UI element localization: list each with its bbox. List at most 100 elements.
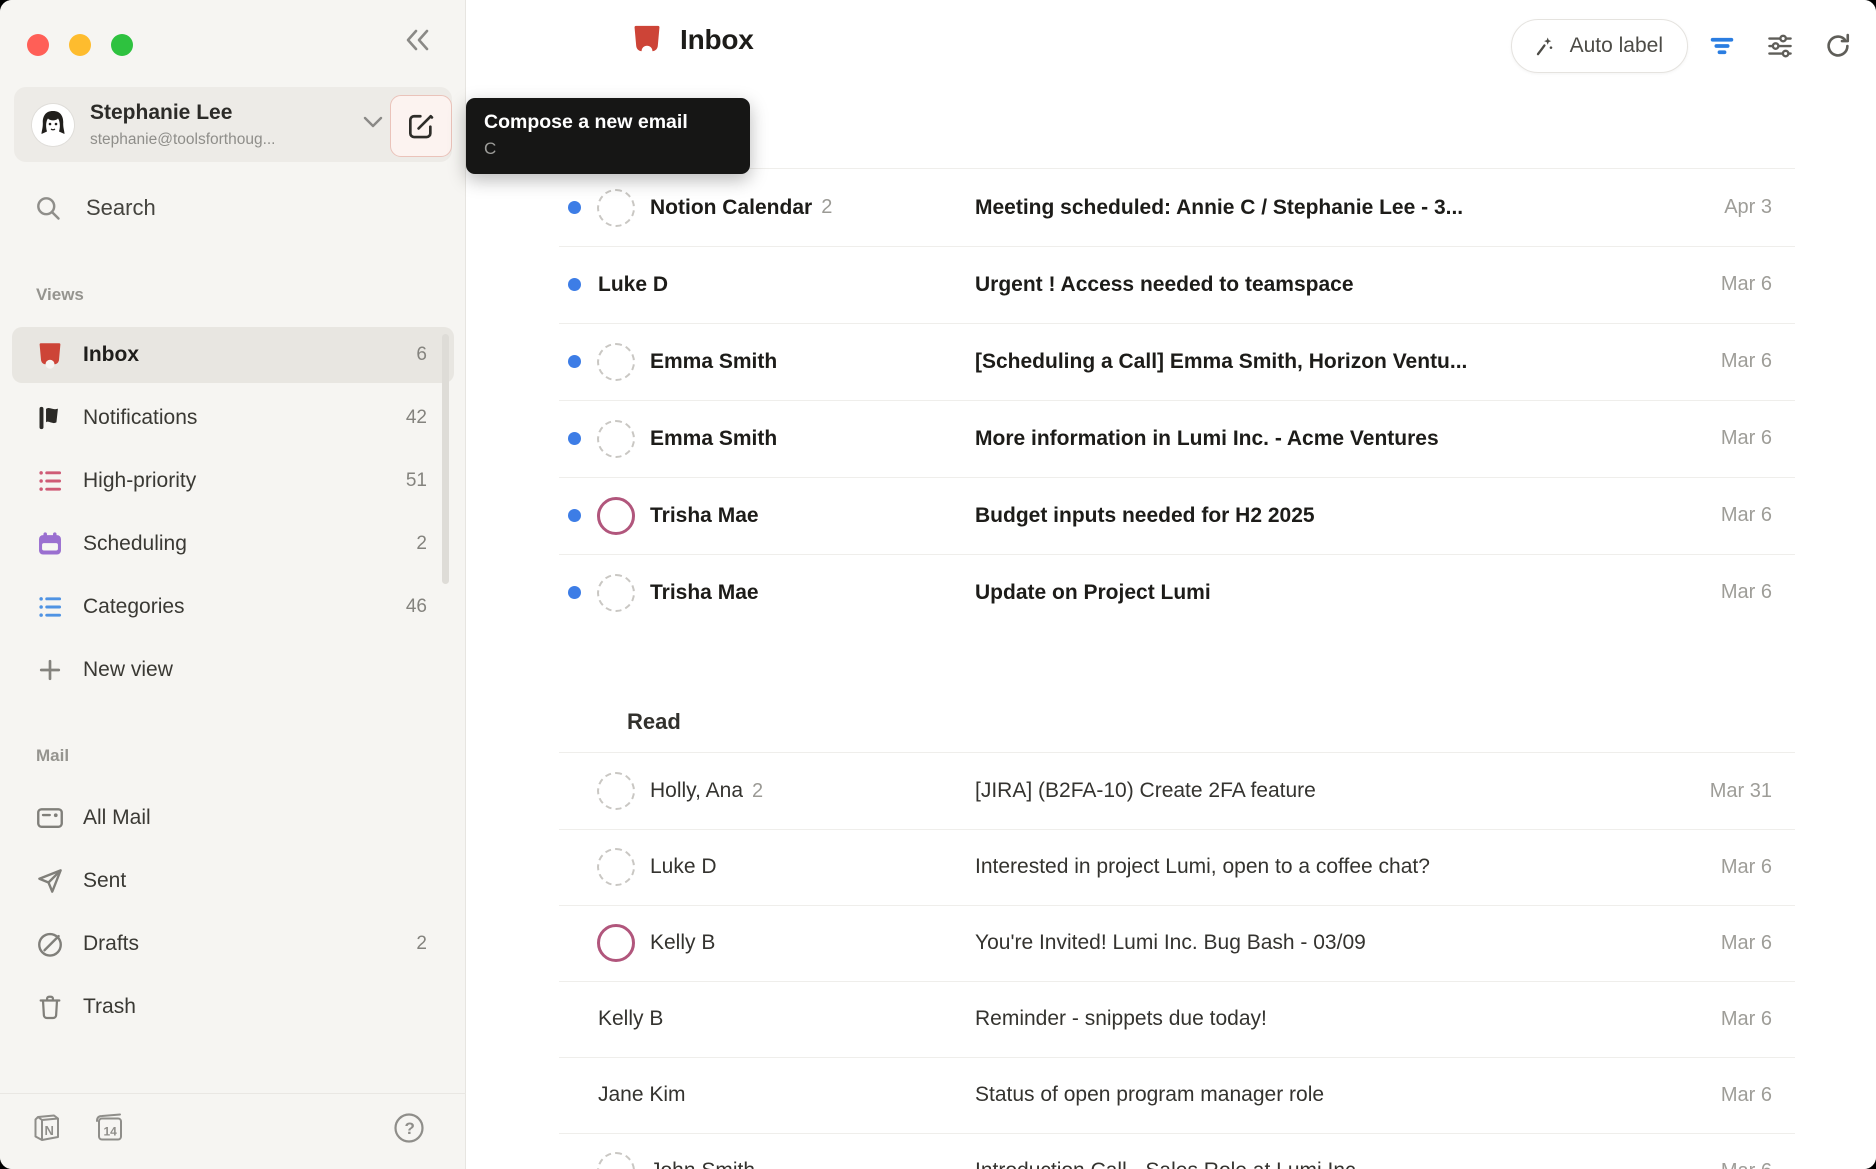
sidebar-item-all-mail[interactable]: All Mail (12, 790, 454, 846)
email-subject: Update on Project Lumi (975, 581, 1696, 605)
sidebar-item-label: Inbox (83, 343, 139, 367)
display-settings-button[interactable] (1756, 22, 1804, 70)
sidebar: Stephanie Lee stephanie@toolsforthoug... (0, 0, 466, 1169)
email-sender: Notion Calendar (650, 196, 812, 220)
email-row[interactable]: Notion Calendar2Meeting scheduled: Annie… (467, 169, 1876, 246)
sidebar-item-label: Trash (83, 995, 136, 1019)
sidebar-scrollbar-thumb[interactable] (442, 334, 449, 584)
profile-name: Stephanie Lee (90, 101, 232, 125)
svg-text:?: ? (405, 1119, 415, 1138)
email-subject: [JIRA] (B2FA-10) Create 2FA feature (975, 779, 1696, 803)
unread-dot (568, 509, 581, 522)
sidebar-item-label: Categories (83, 595, 185, 619)
email-date: Mar 6 (1721, 1084, 1772, 1107)
unread-dot-column (568, 586, 597, 599)
account-switcher[interactable]: Stephanie Lee stephanie@toolsforthoug... (14, 87, 452, 162)
email-sender: Jane Kim (598, 1083, 686, 1107)
search-button[interactable]: Search (14, 182, 452, 234)
unread-dot-column (568, 278, 597, 291)
avatar-ring[interactable] (597, 924, 635, 962)
email-sender: Kelly B (598, 1007, 663, 1031)
avatar-placeholder[interactable] (597, 189, 635, 227)
sliders-icon (1765, 31, 1795, 61)
notion-logo-icon: N (30, 1111, 64, 1145)
email-subject: More information in Lumi Inc. - Acme Ven… (975, 427, 1696, 451)
sidebar-item-drafts[interactable]: Drafts2 (12, 916, 454, 972)
email-date: Mar 6 (1721, 1160, 1772, 1169)
pencil-circle-icon (35, 929, 65, 959)
email-row[interactable]: Emma SmithMore information in Lumi Inc. … (467, 400, 1876, 477)
sidebar-item-count: 6 (416, 344, 427, 366)
notion-calendar-button[interactable]: 14 (90, 1109, 128, 1147)
thread-count: 2 (821, 196, 832, 219)
sidebar-item-count: 51 (406, 470, 427, 492)
refresh-button[interactable] (1814, 22, 1862, 70)
compose-tooltip: Compose a new email C (466, 98, 750, 174)
sidebar-item-inbox[interactable]: Inbox 6 (12, 327, 454, 383)
email-row[interactable]: Emma Smith[Scheduling a Call] Emma Smith… (467, 323, 1876, 400)
sidebar-item-trash[interactable]: Trash (12, 979, 454, 1035)
sidebar-item-sent[interactable]: Sent (12, 853, 454, 909)
compose-button[interactable] (390, 95, 452, 157)
sidebar-item-categories[interactable]: Categories46 (12, 579, 454, 635)
inbox-tray-icon (35, 340, 65, 370)
unread-dot-column (568, 355, 597, 368)
email-date: Mar 6 (1721, 856, 1772, 879)
notion-app-button[interactable]: N (28, 1109, 66, 1147)
avatar-ring[interactable] (597, 497, 635, 535)
email-subject: Budget inputs needed for H2 2025 (975, 504, 1696, 528)
list-rose-icon (35, 466, 65, 496)
email-date: Mar 6 (1721, 504, 1772, 527)
read-section: Holly, Ana2[JIRA] (B2FA-10) Create 2FA f… (467, 753, 1876, 1169)
email-sender: Luke D (650, 855, 717, 879)
email-row[interactable]: Jane KimStatus of open program manager r… (467, 1057, 1876, 1133)
search-icon (34, 194, 62, 222)
email-row[interactable]: Trisha MaeBudget inputs needed for H2 20… (467, 477, 1876, 554)
email-sender: Trisha Mae (650, 581, 759, 605)
help-button[interactable]: ? (390, 1109, 428, 1147)
sidebar-item-label: All Mail (83, 806, 151, 830)
window-zoom-button[interactable] (111, 34, 133, 56)
window-minimize-button[interactable] (69, 34, 91, 56)
unread-dot (568, 278, 581, 291)
email-row[interactable]: Trisha MaeUpdate on Project LumiMar 6 (467, 554, 1876, 631)
sidebar-item-label: Sent (83, 869, 126, 893)
avatar-placeholder[interactable] (597, 1152, 635, 1169)
avatar-placeholder[interactable] (597, 343, 635, 381)
email-row[interactable]: Kelly BReminder - snippets due today!Mar… (467, 981, 1876, 1057)
avatar (32, 104, 74, 146)
sidebar-item-notifications[interactable]: Notifications42 (12, 390, 454, 446)
tooltip-shortcut: C (484, 139, 732, 159)
svg-text:14: 14 (104, 1125, 118, 1139)
auto-label-button[interactable]: Auto label (1511, 19, 1688, 73)
window-close-button[interactable] (27, 34, 49, 56)
avatar-placeholder[interactable] (597, 420, 635, 458)
email-row[interactable]: Luke DUrgent ! Access needed to teamspac… (467, 246, 1876, 323)
email-row[interactable]: Luke DInterested in project Lumi, open t… (467, 829, 1876, 905)
sidebar-item-scheduling[interactable]: Scheduling2 (12, 516, 454, 572)
unread-dot (568, 355, 581, 368)
filter-button[interactable] (1698, 22, 1746, 70)
avatar-placeholder[interactable] (597, 772, 635, 810)
sidebar-item-new-view[interactable]: New view (12, 642, 454, 698)
sidebar-item-label: Drafts (83, 932, 139, 956)
avatar-placeholder[interactable] (597, 848, 635, 886)
avatar-placeholder[interactable] (597, 574, 635, 612)
email-sender: John Smith (650, 1159, 755, 1169)
email-row[interactable]: John SmithIntroduction Call - Sales Role… (467, 1133, 1876, 1169)
email-row[interactable]: Kelly BYou're Invited! Lumi Inc. Bug Bas… (467, 905, 1876, 981)
help-icon: ? (392, 1111, 426, 1145)
unread-dot (568, 586, 581, 599)
email-row[interactable]: Holly, Ana2[JIRA] (B2FA-10) Create 2FA f… (467, 753, 1876, 829)
calendar-icon: 14 (91, 1111, 127, 1145)
profile-email: stephanie@toolsforthoug... (90, 131, 276, 149)
email-list: Notion Calendar2Meeting scheduled: Annie… (467, 168, 1876, 1169)
app-window: Stephanie Lee stephanie@toolsforthoug... (0, 0, 1876, 1169)
sidebar-item-label: Scheduling (83, 532, 187, 556)
read-section-header: Read (467, 631, 1876, 753)
views-list: Inbox 6 Notifications42 High-priority51 Sche… (12, 327, 454, 705)
collapse-sidebar-button[interactable] (398, 22, 438, 58)
sidebar-item-high-priority[interactable]: High-priority51 (12, 453, 454, 509)
chevron-down-icon (362, 115, 384, 129)
unread-dot-column (568, 509, 597, 522)
